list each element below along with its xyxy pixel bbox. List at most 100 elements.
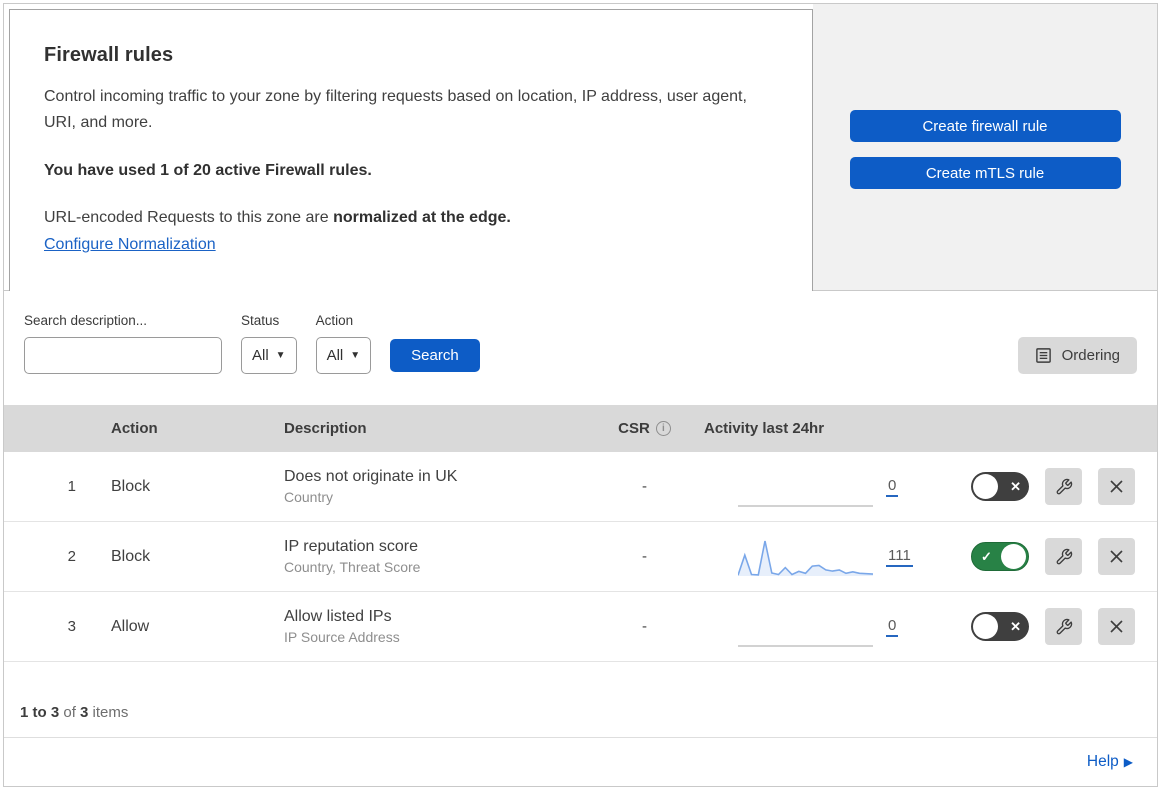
action-label: Action xyxy=(315,313,354,328)
search-input[interactable] xyxy=(40,347,221,364)
action-selected-value: All xyxy=(326,347,344,364)
search-box xyxy=(24,337,222,374)
toggle-knob xyxy=(973,474,998,499)
rules-table-body: 1 Block Does not originate in UK Country… xyxy=(4,452,1157,662)
toggle-state-icon: ✕ xyxy=(1010,618,1021,634)
toggle-state-icon: ✕ xyxy=(1010,478,1021,494)
wrench-icon xyxy=(1056,478,1072,494)
chevron-down-icon: ▼ xyxy=(350,350,361,361)
status-filter-group: Status All ▼ xyxy=(241,313,297,374)
activity-sparkline xyxy=(738,504,873,507)
toggle-knob xyxy=(1001,544,1026,569)
rule-action: Block xyxy=(111,547,151,565)
rule-csr-value: - xyxy=(642,618,647,635)
rule-activity-cell: 111 xyxy=(704,536,930,578)
activity-count-link[interactable]: 0 xyxy=(886,477,899,497)
wrench-icon xyxy=(1056,548,1072,564)
status-select[interactable]: All ▼ xyxy=(241,337,297,374)
toggle-state-icon: ✓ xyxy=(981,548,992,564)
rule-priority: 3 xyxy=(67,618,76,635)
header-activity: Activity last 24hr xyxy=(704,420,825,437)
normalization-bold: normalized at the edge. xyxy=(333,208,511,226)
rule-enabled-toggle[interactable]: ✕ xyxy=(971,472,1029,501)
rule-enabled-toggle[interactable]: ✓ xyxy=(971,542,1029,571)
page-description: Control incoming traffic to your zone by… xyxy=(44,88,747,131)
rule-controls: ✕ xyxy=(930,468,1157,505)
actions-panel: Create firewall rule Create mTLS rule xyxy=(813,4,1157,290)
close-icon xyxy=(1110,480,1123,493)
arrow-right-icon: ▶ xyxy=(1123,755,1133,769)
chevron-down-icon: ▼ xyxy=(275,350,286,361)
rule-description: Allow listed IPs xyxy=(284,608,392,625)
ordering-list-icon xyxy=(1035,348,1051,363)
action-filter-group: Action All ▼ xyxy=(315,313,372,374)
ordering-button[interactable]: Ordering xyxy=(1017,337,1137,374)
intro-card: Firewall rules Control incoming traffic … xyxy=(9,9,813,291)
delete-rule-button[interactable] xyxy=(1098,608,1135,645)
header-action: Action xyxy=(111,420,158,437)
status-selected-value: All xyxy=(252,347,269,364)
activity-sparkline xyxy=(738,644,873,647)
rules-table-header: Action Description CSR i Activity last 2… xyxy=(4,405,1157,452)
close-icon xyxy=(1110,620,1123,633)
help-label: Help xyxy=(1086,753,1119,770)
rule-controls: ✓ xyxy=(930,538,1157,575)
rule-enabled-toggle[interactable]: ✕ xyxy=(971,612,1029,641)
table-footer: 1 to 3 of 3 items xyxy=(4,662,1157,738)
rule-priority: 2 xyxy=(67,548,76,565)
wrench-icon xyxy=(1056,618,1072,634)
info-icon[interactable]: i xyxy=(655,421,671,436)
rule-description-cell: IP reputation score Country, Threat Scor… xyxy=(265,538,585,575)
table-row: 2 Block IP reputation score Country, Thr… xyxy=(4,522,1157,592)
rule-description-cell: Allow listed IPs IP Source Address xyxy=(265,608,585,645)
normalization-prefix: URL-encoded Requests to this zone are xyxy=(44,208,334,226)
normalization-text: URL-encoded Requests to this zone are no… xyxy=(44,209,772,227)
edit-rule-button[interactable] xyxy=(1045,468,1082,505)
search-label: Search description... xyxy=(24,313,148,328)
activity-sparkline xyxy=(738,540,873,576)
activity-count-link[interactable]: 0 xyxy=(886,617,899,637)
rule-criteria: Country, Threat Score xyxy=(284,559,421,575)
rule-action: Allow xyxy=(111,617,150,635)
status-label: Status xyxy=(241,313,280,328)
page-title: Firewall rules xyxy=(44,44,174,66)
header-description: Description xyxy=(284,420,367,437)
action-select[interactable]: All ▼ xyxy=(315,337,372,374)
delete-rule-button[interactable] xyxy=(1098,468,1135,505)
firewall-rules-page: Firewall rules Control incoming traffic … xyxy=(3,3,1158,787)
top-region: Firewall rules Control incoming traffic … xyxy=(4,4,1157,291)
rule-criteria: Country xyxy=(284,489,334,505)
configure-normalization-link[interactable]: Configure Normalization xyxy=(44,236,216,253)
table-row: 3 Allow Allow listed IPs IP Source Addre… xyxy=(4,592,1157,662)
activity-count-link[interactable]: 111 xyxy=(886,547,913,567)
rule-csr-value: - xyxy=(642,548,647,565)
delete-rule-button[interactable] xyxy=(1098,538,1135,575)
rule-description-cell: Does not originate in UK Country xyxy=(265,468,585,505)
header-csr-label: CSR xyxy=(618,420,650,437)
rule-description: Does not originate in UK xyxy=(284,468,458,485)
rule-activity-cell: 0 xyxy=(704,606,930,648)
rule-csr-value: - xyxy=(642,478,647,495)
help-row: Help ▶ xyxy=(4,738,1157,786)
close-icon xyxy=(1110,550,1123,563)
usage-notice: You have used 1 of 20 active Firewall ru… xyxy=(44,161,372,179)
rule-criteria: IP Source Address xyxy=(284,629,400,645)
ordering-button-label: Ordering xyxy=(1061,347,1120,364)
filter-bar: Search description... Status All ▼ Actio… xyxy=(4,291,1157,405)
rule-description: IP reputation score xyxy=(284,538,419,555)
header-csr: CSR i xyxy=(585,420,704,437)
toggle-knob xyxy=(973,614,998,639)
rule-priority: 1 xyxy=(67,478,76,495)
rule-action: Block xyxy=(111,477,151,495)
search-button[interactable]: Search xyxy=(390,339,480,372)
edit-rule-button[interactable] xyxy=(1045,608,1082,645)
rule-controls: ✕ xyxy=(930,608,1157,645)
create-mtls-rule-button[interactable]: Create mTLS rule xyxy=(849,157,1121,189)
pagination-summary: 1 to 3 of 3 items xyxy=(20,704,129,721)
table-row: 1 Block Does not originate in UK Country… xyxy=(4,452,1157,522)
rule-activity-cell: 0 xyxy=(704,466,930,508)
help-link[interactable]: Help ▶ xyxy=(1087,753,1133,771)
create-firewall-rule-button[interactable]: Create firewall rule xyxy=(849,110,1121,142)
search-group: Search description... xyxy=(24,313,222,374)
edit-rule-button[interactable] xyxy=(1045,538,1082,575)
